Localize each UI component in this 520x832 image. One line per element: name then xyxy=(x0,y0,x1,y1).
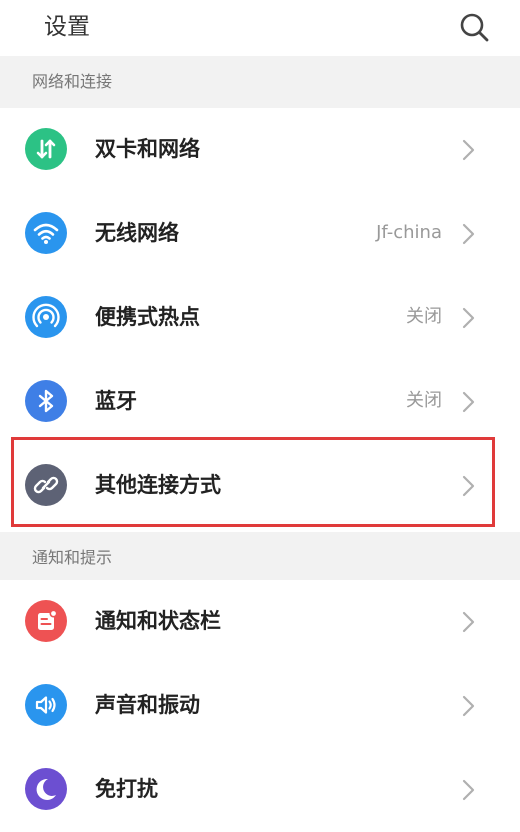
search-button[interactable] xyxy=(456,9,494,47)
page-title: 设置 xyxy=(44,14,90,40)
settings-item-label: 蓝牙 xyxy=(95,389,137,413)
chevron-right-icon xyxy=(462,139,475,161)
settings-item-sound[interactable]: 声音和振动 xyxy=(0,664,520,748)
settings-item-do-not-disturb[interactable]: 免打扰 xyxy=(0,748,520,832)
settings-item-label: 便携式热点 xyxy=(95,305,200,329)
settings-item-label: 双卡和网络 xyxy=(95,137,200,161)
bluetooth-icon xyxy=(25,380,67,422)
settings-item-value: 关闭 xyxy=(406,390,442,411)
settings-item-other-connections[interactable]: 其他连接方式 xyxy=(0,444,520,528)
app-header: 设置 xyxy=(0,0,520,56)
settings-item-value: 关闭 xyxy=(406,306,442,327)
settings-item-label: 其他连接方式 xyxy=(95,473,221,497)
chevron-right-icon xyxy=(462,391,475,413)
chevron-right-icon xyxy=(462,475,475,497)
section-title: 通知和提示 xyxy=(32,548,113,567)
settings-item-label: 无线网络 xyxy=(95,221,179,245)
settings-item-label: 免打扰 xyxy=(95,777,158,801)
search-icon xyxy=(460,13,489,42)
settings-item-label: 通知和状态栏 xyxy=(95,609,221,633)
section-title: 网络和连接 xyxy=(32,72,113,91)
settings-item-hotspot[interactable]: 便携式热点 关闭 xyxy=(0,276,520,360)
link-icon xyxy=(25,464,67,506)
hotspot-icon xyxy=(25,296,67,338)
notification-icon xyxy=(25,600,67,642)
chevron-right-icon xyxy=(462,223,475,245)
settings-item-notifications[interactable]: 通知和状态栏 xyxy=(0,580,520,664)
chevron-right-icon xyxy=(462,695,475,717)
settings-item-dual-sim[interactable]: 双卡和网络 xyxy=(0,108,520,192)
moon-icon xyxy=(25,768,67,810)
chevron-right-icon xyxy=(462,779,475,801)
chevron-right-icon xyxy=(462,307,475,329)
section-header-notifications: 通知和提示 xyxy=(0,532,520,584)
settings-item-value: Jf-china xyxy=(376,222,442,243)
settings-item-label: 声音和振动 xyxy=(95,693,200,717)
sound-icon xyxy=(25,684,67,726)
wifi-icon xyxy=(25,212,67,254)
settings-item-wifi[interactable]: 无线网络 Jf-china xyxy=(0,192,520,276)
dual-sim-icon xyxy=(25,128,67,170)
chevron-right-icon xyxy=(462,611,475,633)
settings-item-bluetooth[interactable]: 蓝牙 关闭 xyxy=(0,360,520,444)
section-header-network: 网络和连接 xyxy=(0,56,520,108)
